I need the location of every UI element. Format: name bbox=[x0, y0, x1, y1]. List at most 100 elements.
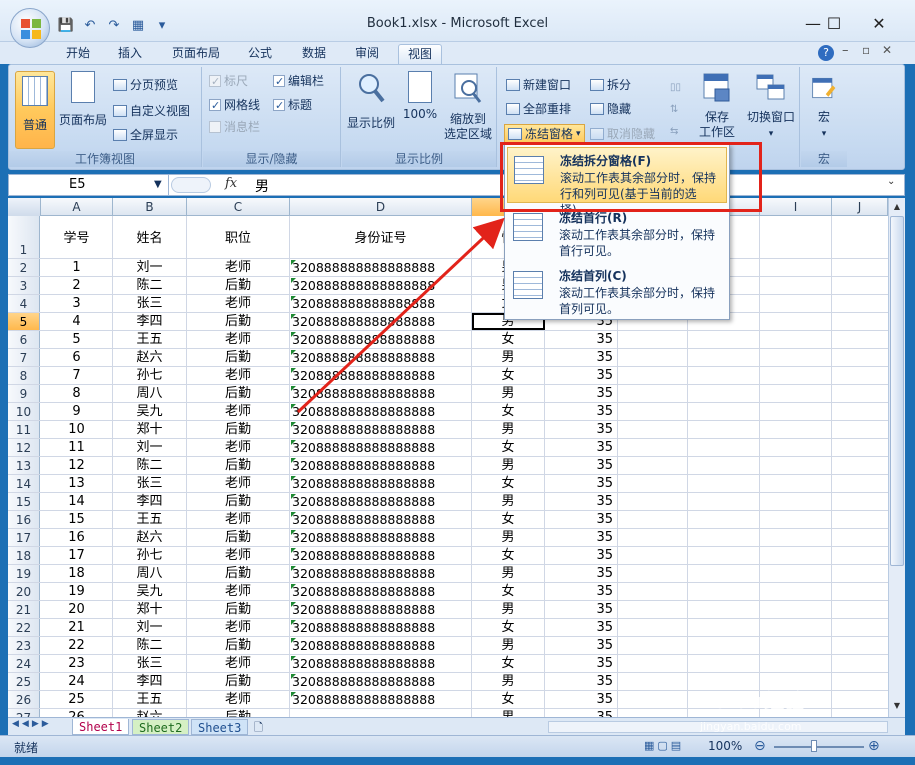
tab-page-layout[interactable]: 页面布局 bbox=[165, 44, 227, 64]
cell-i[interactable] bbox=[760, 637, 832, 654]
row-header[interactable]: 6 bbox=[8, 331, 40, 348]
cell-a[interactable]: 11 bbox=[41, 439, 113, 456]
cell-g[interactable] bbox=[618, 619, 688, 636]
cell-e[interactable]: 男 bbox=[472, 493, 545, 510]
cell-b[interactable]: 张三 bbox=[113, 475, 187, 492]
message-bar-checkbox[interactable]: 消息栏 bbox=[209, 117, 260, 137]
zoom-100-button[interactable]: 100% bbox=[400, 71, 440, 121]
header-cell-d[interactable]: 身份证号 bbox=[290, 216, 472, 258]
tab-view[interactable]: 视图 bbox=[398, 44, 442, 64]
cell-g[interactable] bbox=[618, 421, 688, 438]
cell-f[interactable]: 35 bbox=[545, 475, 618, 492]
gridlines-checkbox[interactable]: 网格线 bbox=[209, 95, 260, 116]
cell-a[interactable]: 17 bbox=[41, 547, 113, 564]
cell-i[interactable] bbox=[760, 439, 832, 456]
tab-data[interactable]: 数据 bbox=[294, 44, 334, 64]
cell-g[interactable] bbox=[618, 637, 688, 654]
cell-c[interactable]: 老师 bbox=[187, 403, 290, 420]
row-header[interactable]: 23 bbox=[8, 637, 40, 654]
cell-f[interactable]: 35 bbox=[545, 331, 618, 348]
cell-f[interactable]: 35 bbox=[545, 421, 618, 438]
cell-a[interactable]: 7 bbox=[41, 367, 113, 384]
cell-i[interactable] bbox=[760, 529, 832, 546]
column-header-i[interactable]: I bbox=[760, 198, 832, 216]
cell-g[interactable] bbox=[618, 673, 688, 690]
formula-bar-checkbox[interactable]: 编辑栏 bbox=[273, 71, 324, 92]
cell-b[interactable]: 周八 bbox=[113, 565, 187, 582]
cell-h[interactable] bbox=[688, 475, 760, 492]
sheet-tab-3[interactable]: Sheet3 bbox=[191, 719, 249, 735]
cell-i[interactable] bbox=[760, 547, 832, 564]
ribbon-minimize-icon[interactable]: – bbox=[842, 43, 849, 58]
cell-f[interactable]: 35 bbox=[545, 709, 618, 717]
cell-h[interactable] bbox=[688, 601, 760, 618]
cell-e[interactable]: 男 bbox=[472, 673, 545, 690]
cell-b[interactable]: 赵六 bbox=[113, 529, 187, 546]
cell-h[interactable] bbox=[688, 547, 760, 564]
cell-d[interactable]: 320888888888888888 bbox=[290, 457, 472, 474]
row-header[interactable]: 2 bbox=[8, 259, 40, 276]
cell-b[interactable]: 刘一 bbox=[113, 439, 187, 456]
formula-expand-handle[interactable] bbox=[171, 177, 211, 193]
row-header[interactable]: 9 bbox=[8, 385, 40, 402]
menu-item-freeze-top-row[interactable]: 冻结首行(R) 滚动工作表其余部分时，保持首行可见。 bbox=[507, 205, 727, 261]
cell-i[interactable] bbox=[760, 601, 832, 618]
zoom-to-selection-button[interactable]: 缩放到 选定区域 bbox=[442, 71, 494, 142]
cell-e[interactable]: 男 bbox=[472, 385, 545, 402]
cell-e[interactable]: 男 bbox=[472, 421, 545, 438]
cell-d[interactable]: 320888888888888888 bbox=[290, 619, 472, 636]
cell-d[interactable]: 320888888888888888 bbox=[290, 295, 472, 312]
tab-insert[interactable]: 插入 bbox=[110, 44, 150, 64]
cell-h[interactable] bbox=[688, 583, 760, 600]
cell-c[interactable]: 后勤 bbox=[187, 421, 290, 438]
row-header[interactable]: 25 bbox=[8, 673, 40, 690]
cell-f[interactable]: 35 bbox=[545, 403, 618, 420]
cell-c[interactable]: 后勤 bbox=[187, 277, 290, 294]
cell-e[interactable]: 女 bbox=[472, 511, 545, 528]
cell-a[interactable]: 20 bbox=[41, 601, 113, 618]
cell-d[interactable]: 320888888888888888 bbox=[290, 403, 472, 420]
cell-a[interactable]: 15 bbox=[41, 511, 113, 528]
headings-checkbox[interactable]: 标题 bbox=[273, 95, 312, 116]
cell-b[interactable]: 郑十 bbox=[113, 421, 187, 438]
sheet-nav-icons[interactable]: ◀◀▶▶ bbox=[12, 719, 52, 729]
cell-d[interactable]: 320888888888888888 bbox=[290, 637, 472, 654]
cell-h[interactable] bbox=[688, 493, 760, 510]
normal-view-button[interactable]: 普通 bbox=[15, 71, 55, 149]
cell-c[interactable]: 老师 bbox=[187, 475, 290, 492]
row-header[interactable]: 13 bbox=[8, 457, 40, 474]
row-header[interactable]: 10 bbox=[8, 403, 40, 420]
cell-h[interactable] bbox=[688, 403, 760, 420]
cell-d[interactable]: 320888888888888888 bbox=[290, 367, 472, 384]
cell-a[interactable]: 12 bbox=[41, 457, 113, 474]
cell-f[interactable]: 35 bbox=[545, 511, 618, 528]
cell-b[interactable]: 刘一 bbox=[113, 619, 187, 636]
cell-h[interactable] bbox=[688, 511, 760, 528]
cell-h[interactable] bbox=[688, 349, 760, 366]
cell-h[interactable] bbox=[688, 439, 760, 456]
cell-c[interactable]: 老师 bbox=[187, 583, 290, 600]
cell-b[interactable]: 张三 bbox=[113, 295, 187, 312]
unhide-button[interactable]: 取消隐藏 bbox=[590, 124, 655, 144]
cell-g[interactable] bbox=[618, 385, 688, 402]
cell-b[interactable]: 陈二 bbox=[113, 277, 187, 294]
row-header[interactable]: 19 bbox=[8, 565, 40, 582]
cell-e[interactable]: 女 bbox=[472, 475, 545, 492]
cell-f[interactable]: 35 bbox=[545, 601, 618, 618]
cell-d[interactable]: 320888888888888888 bbox=[290, 259, 472, 276]
cell-c[interactable]: 后勤 bbox=[187, 565, 290, 582]
cell-b[interactable]: 赵六 bbox=[113, 349, 187, 366]
cell-c[interactable]: 后勤 bbox=[187, 457, 290, 474]
zoom-in-icon[interactable]: ⊕ bbox=[868, 738, 880, 754]
cell-f[interactable]: 35 bbox=[545, 583, 618, 600]
cell-g[interactable] bbox=[618, 331, 688, 348]
cell-i[interactable] bbox=[760, 385, 832, 402]
cell-a[interactable]: 10 bbox=[41, 421, 113, 438]
cell-i[interactable] bbox=[760, 493, 832, 510]
cell-e[interactable]: 女 bbox=[472, 547, 545, 564]
cell-b[interactable]: 王五 bbox=[113, 511, 187, 528]
freeze-panes-button[interactable]: 冻结窗格 ▾ bbox=[504, 124, 585, 144]
tab-review[interactable]: 审阅 bbox=[347, 44, 387, 64]
cell-d[interactable]: 320888888888888888 bbox=[290, 349, 472, 366]
zoom-slider[interactable] bbox=[774, 746, 864, 748]
